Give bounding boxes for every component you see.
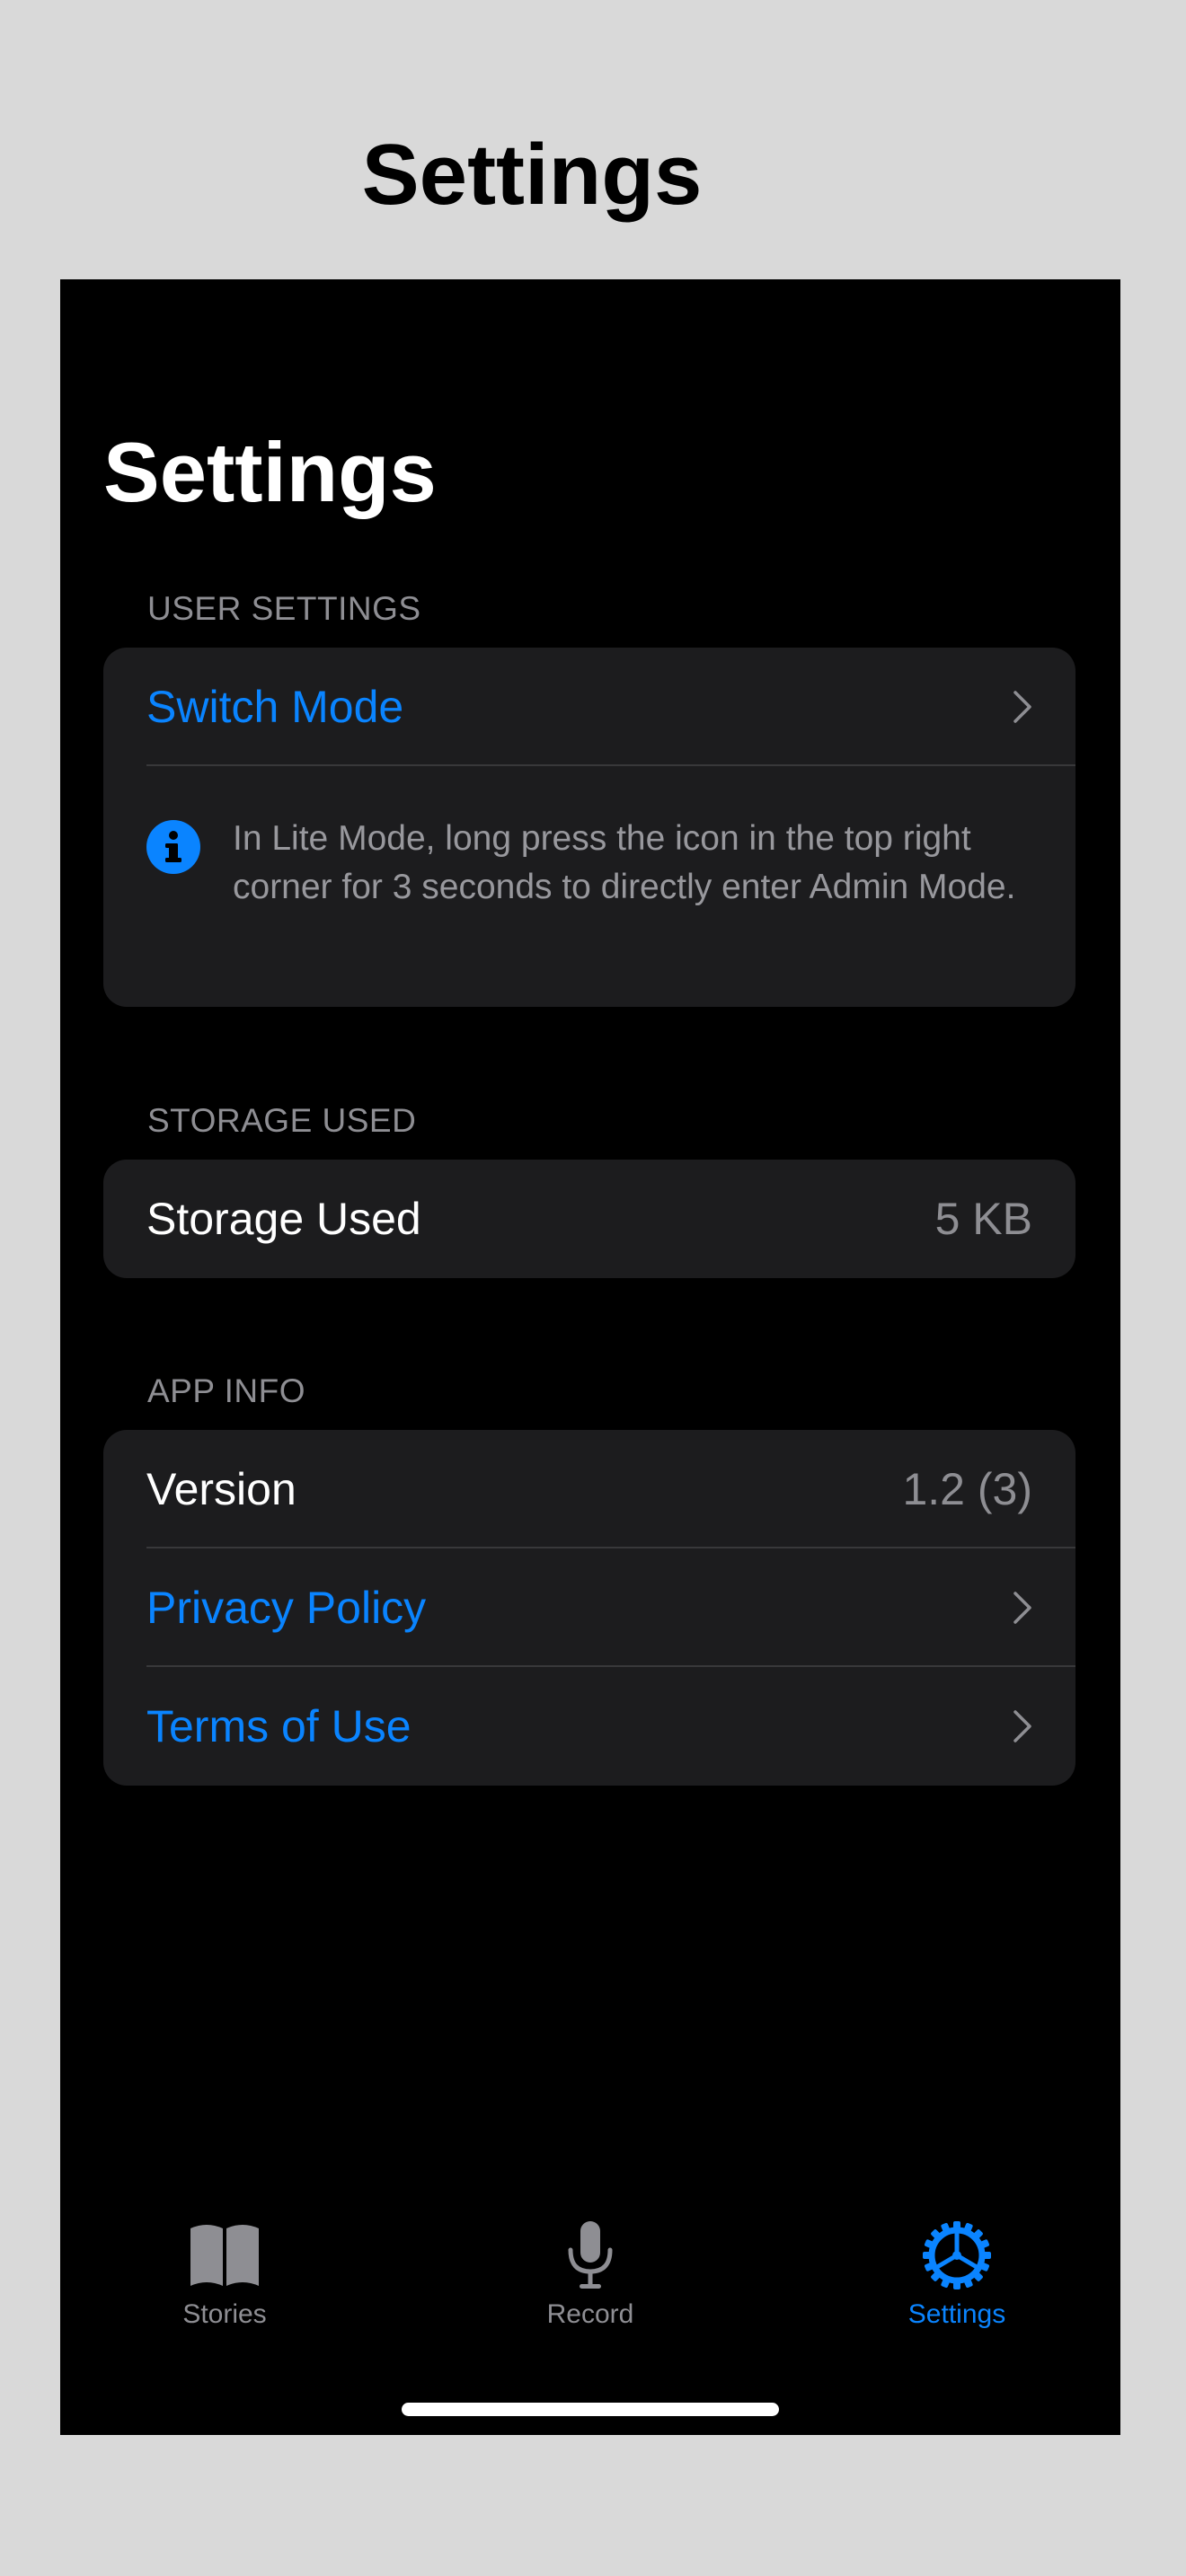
phone-screen: Settings USER SETTINGS Switch Mode In Li… <box>60 279 1120 2435</box>
home-indicator <box>402 2403 779 2416</box>
privacy-policy-label: Privacy Policy <box>146 1583 427 1633</box>
chevron-right-icon <box>1013 1710 1031 1742</box>
tab-bar: Stories Record Settings <box>60 2219 1120 2354</box>
terms-of-use-label: Terms of Use <box>146 1701 412 1751</box>
info-note: In Lite Mode, long press the icon in the… <box>103 766 1075 955</box>
tab-settings[interactable]: Settings <box>840 2219 1074 2333</box>
section-header-storage: STORAGE USED <box>147 1102 417 1139</box>
privacy-policy-row[interactable]: Privacy Policy <box>103 1548 1075 1667</box>
section-header-app-info: APP INFO <box>147 1372 306 1409</box>
book-icon <box>190 2225 259 2286</box>
version-row: Version 1.2 (3) <box>103 1430 1075 1548</box>
info-icon <box>146 820 200 874</box>
microphone-icon <box>568 2221 613 2289</box>
storage-used-row: Storage Used 5 KB <box>103 1160 1075 1278</box>
page-title: Settings <box>103 425 437 519</box>
switch-mode-label: Switch Mode <box>146 682 404 732</box>
terms-of-use-row[interactable]: Terms of Use <box>103 1667 1075 1786</box>
app-info-group: Version 1.2 (3) Privacy Policy Terms of … <box>103 1430 1075 1786</box>
tab-record[interactable]: Record <box>474 2219 707 2333</box>
gear-icon <box>923 2221 991 2289</box>
switch-mode-row[interactable]: Switch Mode <box>103 648 1075 766</box>
chevron-right-icon <box>1013 691 1031 723</box>
user-settings-group: Switch Mode In Lite Mode, long press the… <box>103 648 1075 1007</box>
tab-stories-label: Stories <box>182 2299 267 2329</box>
storage-group: Storage Used 5 KB <box>103 1160 1075 1278</box>
version-value: 1.2 (3) <box>902 1464 1032 1514</box>
storage-used-value: 5 KB <box>934 1194 1032 1244</box>
outer-page-title: Settings <box>361 127 703 223</box>
tab-record-label: Record <box>546 2299 634 2329</box>
info-text: In Lite Mode, long press the icon in the… <box>233 819 1016 906</box>
tab-stories[interactable]: Stories <box>108 2219 341 2333</box>
storage-used-label: Storage Used <box>146 1194 421 1244</box>
chevron-right-icon <box>1013 1592 1031 1624</box>
version-label: Version <box>146 1464 296 1514</box>
section-header-user-settings: USER SETTINGS <box>147 590 421 627</box>
tab-settings-label: Settings <box>907 2299 1006 2329</box>
